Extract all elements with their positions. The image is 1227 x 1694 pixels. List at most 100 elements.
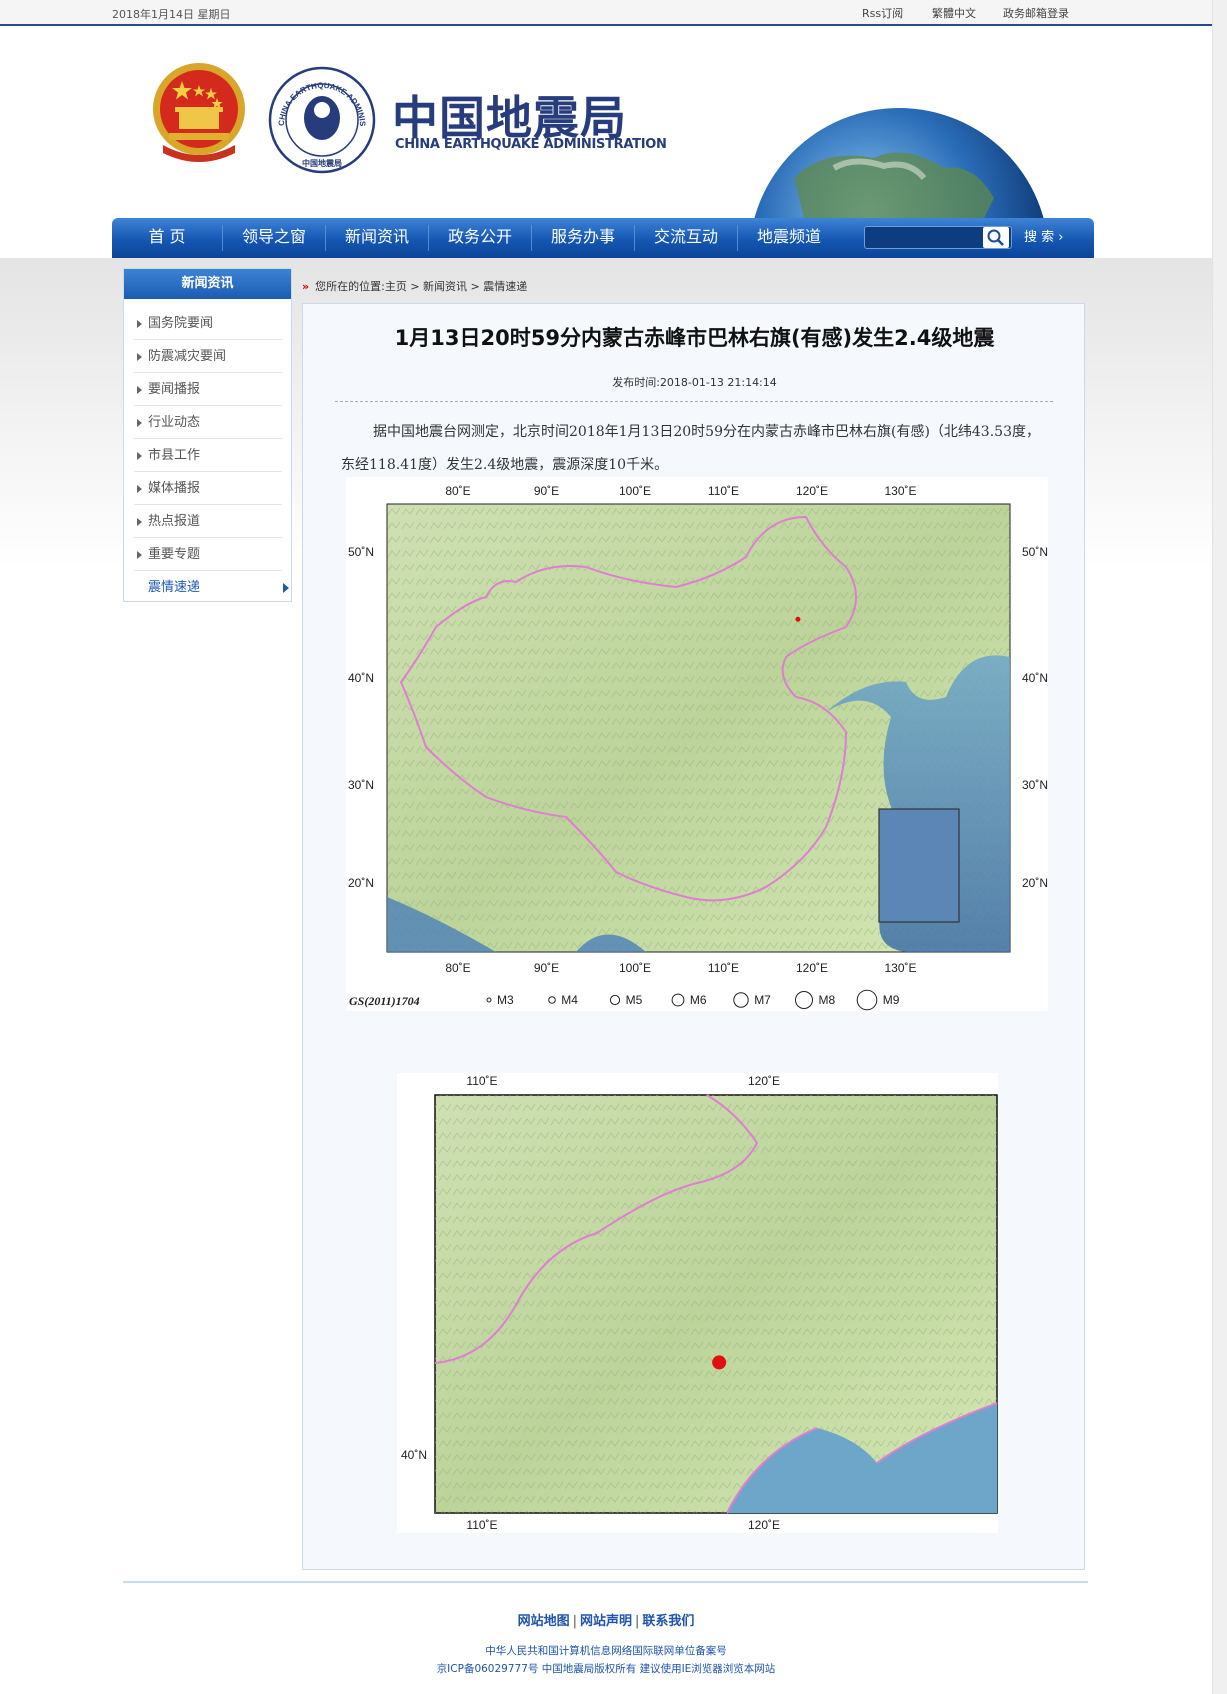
footer-sep: | (572, 1614, 577, 1629)
sidebar-item-label: 要闻播报 (148, 382, 201, 397)
map1-lat-tick: 30˚N (1022, 778, 1048, 792)
map1-lon-tick: 110˚E (708, 484, 739, 498)
sidebar-item-label: 市县工作 (148, 448, 201, 463)
footer-statement-link[interactable]: 网站声明 (580, 1614, 632, 1629)
site-header: CHINA EARTHQUAKE ADMINISTRATION 中国地震局 中国… (112, 28, 1094, 218)
epicenter-zoom-map: 110˚E 120˚E 110˚E 120˚E 40˚N (397, 1073, 998, 1533)
sidebar-item-news-broadcast[interactable]: 要闻播报 (134, 374, 282, 406)
article-body: 据中国地震台网测定，北京时间2018年1月13日20时59分在内蒙古赤峰市巴林右… (341, 424, 1040, 473)
triangle-right-icon (137, 452, 142, 460)
rss-link[interactable]: Rss订阅 (862, 5, 903, 21)
map1-lat-tick: 40˚N (1022, 671, 1048, 685)
footer-sep: | (635, 1614, 640, 1629)
map1-epicenter-marker (795, 616, 801, 622)
footer-sitemap-link[interactable]: 网站地图 (518, 1614, 570, 1629)
china-overview-map: 80˚E 90˚E 100˚E 110˚E 120˚E 130˚E 80˚E 9… (346, 477, 1048, 1011)
map1-lon-tick: 90˚E (534, 961, 559, 975)
nav-home[interactable]: 首 页 (112, 218, 222, 258)
sidebar-item-disaster-news[interactable]: 防震减灾要闻 (134, 341, 282, 373)
triangle-right-icon (137, 551, 142, 559)
page-scrollbar[interactable] (1212, 0, 1227, 1694)
breadcrumb: » 您所在的位置:主页 > 新闻资讯 > 震情速递 (302, 278, 527, 294)
map1-lon-tick: 80˚E (445, 961, 470, 975)
sidebar-item-topics[interactable]: 重要专题 (134, 539, 282, 571)
triangle-right-icon (137, 419, 142, 427)
sidebar-item-state-council-news[interactable]: 国务院要闻 (134, 308, 282, 340)
sidebar-item-industry[interactable]: 行业动态 (134, 407, 282, 439)
footer-contact-link[interactable]: 联系我们 (642, 1614, 694, 1629)
map1-lon-tick: 100˚E (619, 484, 651, 498)
legend-label-m3: M3 (497, 993, 514, 1007)
sidebar-item-media[interactable]: 媒体播报 (134, 473, 282, 505)
map1-lat-tick: 30˚N (348, 778, 374, 792)
legend-label-m8: M8 (819, 993, 836, 1007)
sidebar-item-label: 国务院要闻 (148, 316, 214, 331)
sidebar-item-hot-reports[interactable]: 热点报道 (134, 506, 282, 538)
map2-lon-tick: 120˚E (748, 1074, 780, 1088)
map1-lon-tick: 110˚E (708, 961, 739, 975)
seal-cn-text: 中国地震局 (302, 158, 342, 168)
nav-gov-affairs[interactable]: 政务公开 (429, 218, 531, 258)
traditional-chinese-link[interactable]: 繁體中文 (932, 5, 976, 21)
nav-earthquake-channel[interactable]: 地震频道 (738, 218, 840, 258)
gov-email-login-link[interactable]: 政务邮箱登录 (1003, 5, 1069, 21)
cea-seal-icon: CHINA EARTHQUAKE ADMINISTRATION 中国地震局 (268, 66, 376, 174)
top-bar: 2018年1月14日 星期日 Rss订阅 繁體中文 政务邮箱登录 (0, 0, 1212, 26)
map2-lon-tick: 110˚E (466, 1074, 497, 1088)
publish-time: 发布时间:2018-01-13 21:14:14 (303, 374, 1086, 390)
map1-lon-tick: 80˚E (445, 484, 470, 498)
map1-lat-tick: 40˚N (348, 671, 374, 685)
article-title: 1月13日20时59分内蒙古赤峰市巴林右旗(有感)发生2.4级地震 (394, 326, 995, 350)
national-emblem-icon (153, 63, 245, 162)
search-link[interactable]: 搜 索 › (1024, 218, 1063, 258)
footer-links: 网站地图 | 网站声明 | 联系我们 (0, 1610, 1212, 1629)
search-button[interactable] (983, 227, 1009, 248)
map1-lon-tick: 90˚E (534, 484, 559, 498)
map2-epicenter-marker (712, 1355, 727, 1370)
nav-interaction[interactable]: 交流互动 (635, 218, 737, 258)
legend-label-m6: M6 (690, 993, 707, 1007)
sidebar-item-quake-express[interactable]: 震情速递 (134, 572, 289, 604)
map1-lat-tick: 20˚N (348, 876, 374, 890)
map2-lon-tick: 120˚E (748, 1518, 780, 1532)
map1-lon-tick: 130˚E (884, 961, 916, 975)
map2-lon-tick: 110˚E (466, 1518, 497, 1532)
map1-lat-tick: 50˚N (1022, 545, 1048, 559)
footer-copyright: 京ICP备06029777号 中国地震局版权所有 建议使用IE浏览器浏览本网站 (436, 1663, 776, 1675)
sidebar-heading: 新闻资讯 (124, 269, 291, 299)
nav-services[interactable]: 服务办事 (532, 218, 634, 258)
main-nav: 首 页 领导之窗 新闻资讯 政务公开 服务办事 交流互动 地震频道 搜 索 › (112, 218, 1094, 258)
map2-lat-tick: 40˚N (401, 1448, 427, 1462)
publish-label: 发布时间: (612, 376, 660, 389)
breadcrumb-path[interactable]: 主页 > 新闻资讯 > 震情速递 (385, 280, 527, 293)
nav-news[interactable]: 新闻资讯 (326, 218, 428, 258)
active-arrow-icon (283, 583, 289, 593)
map1-lon-tick: 120˚E (796, 484, 828, 498)
triangle-right-icon (137, 353, 142, 361)
triangle-right-icon (137, 320, 142, 328)
double-arrow-icon: » (302, 280, 310, 293)
publish-value: 2018-01-13 21:14:14 (659, 376, 777, 389)
triangle-right-icon (137, 518, 142, 526)
breadcrumb-prefix: 您所在的位置: (315, 280, 385, 293)
title-divider (335, 401, 1053, 402)
sidebar: 新闻资讯 国务院要闻 防震减灾要闻 要闻播报 行业动态 市县工作 媒体播报 热点… (123, 268, 292, 602)
search-icon (987, 229, 1004, 246)
footer-registration: 中华人民共和国计算机信息网络国际联网单位备案号 (485, 1645, 727, 1657)
map-gs-label: GS(2011)1704 (349, 994, 420, 1008)
legend-label-m7: M7 (754, 993, 771, 1007)
triangle-right-icon (137, 485, 142, 493)
legend-label-m9: M9 (883, 993, 900, 1007)
sidebar-item-label: 震情速递 (148, 580, 201, 595)
triangle-right-icon (137, 386, 142, 394)
sidebar-item-county-work[interactable]: 市县工作 (134, 440, 282, 472)
globe-icon (754, 108, 1044, 218)
sidebar-item-label: 媒体播报 (148, 481, 201, 496)
site-title-en: CHINA EARTHQUAKE ADMINISTRATION (395, 137, 667, 152)
map1-lon-tick: 100˚E (619, 961, 651, 975)
map1-lon-tick: 130˚E (884, 484, 916, 498)
legend-label-m5: M5 (626, 993, 643, 1007)
nav-leadership[interactable]: 领导之窗 (223, 218, 325, 258)
map1-lon-tick: 120˚E (796, 961, 828, 975)
sidebar-item-label: 防震减灾要闻 (148, 349, 227, 364)
